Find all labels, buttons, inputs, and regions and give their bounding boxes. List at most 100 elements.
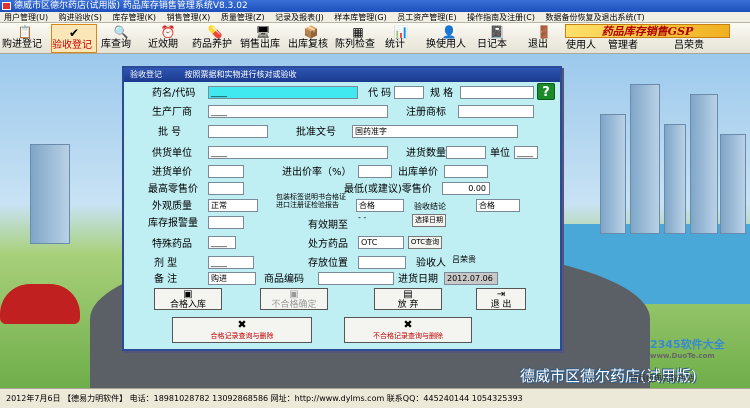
brand-banner: 药品库存销售GSP [565, 24, 730, 38]
manufacturer-label: 生产厂商 [152, 107, 192, 118]
rx-input[interactable]: OTC [358, 236, 404, 249]
unit-input[interactable]: ____ [514, 146, 538, 159]
code-label: 代 码 [368, 88, 392, 99]
building [30, 144, 70, 244]
min-retail-input[interactable]: 0.00 [442, 182, 490, 195]
out-review-button[interactable]: 📦 出库复核 [288, 24, 334, 53]
stamp-icon: ▣ [289, 289, 299, 300]
fail-confirm-button[interactable]: ▣ 不合格确定 [260, 288, 328, 310]
grid-icon: ▦ [352, 25, 364, 39]
drug-maintenance-button[interactable]: 💊 药品养护 [192, 24, 238, 53]
special-drug-input[interactable]: ____ [208, 236, 236, 249]
goods-code-label: 商品编码 [264, 274, 304, 285]
door-icon: ⇥ [496, 289, 506, 300]
menu-sales[interactable]: 销售管理(X) [163, 12, 215, 22]
title-bar: 德威市区德尔药店(试用版) 药品库存销售管理系统V8.3.02 [0, 0, 750, 12]
code-input[interactable] [394, 86, 424, 99]
give-up-button[interactable]: ▤ 放 弃 [374, 288, 442, 310]
trademark-input[interactable] [458, 105, 534, 118]
monitor-icon: 🖥 [255, 25, 271, 39]
otc-query-button[interactable]: OTC查询 [408, 236, 442, 249]
menu-backup[interactable]: 数据备份恢复及退出系统(T) [542, 12, 649, 22]
appearance-input[interactable]: 正常 [208, 199, 258, 212]
sales-out-button[interactable]: 🖥 销售出库 [240, 24, 286, 53]
dialog-subtitle: 按照票据和实物进行核对或验收 [184, 70, 297, 79]
acceptance-register-button[interactable]: ✔ 验收登记 [51, 24, 97, 53]
menu-user[interactable]: 用户管理(U) [0, 12, 52, 22]
acceptance-input[interactable]: 合格 [476, 199, 520, 212]
diary-button[interactable]: 📓 日记本 [477, 24, 517, 53]
app-icon [2, 2, 11, 10]
package-icon: 📦 [303, 25, 319, 39]
drug-name-input[interactable]: ____ [208, 86, 358, 99]
acceptance-label: 验收结论 [414, 202, 446, 211]
display-check-button[interactable]: ▦ 陈列检查 [335, 24, 381, 53]
building [664, 124, 686, 234]
menu-samples[interactable]: 样本库管理(G) [330, 12, 390, 22]
exit-button[interactable]: 🚪 退出 [528, 24, 560, 53]
max-retail-input[interactable] [208, 182, 244, 195]
pass-in-button[interactable]: ▣ 合格入库 [154, 288, 222, 310]
special-drug-label: 特殊药品 [152, 239, 192, 250]
margin-input[interactable] [358, 165, 392, 178]
pill-icon: 💊 [207, 25, 223, 39]
min-retail-label: 最低(或建议)零售价 [344, 184, 432, 195]
menu-purchase[interactable]: 购进验收(S) [55, 12, 106, 22]
document-icon: ▤ [403, 289, 413, 300]
quantity-input[interactable] [446, 146, 486, 159]
clipboard-icon: 📋 [17, 25, 33, 39]
menu-records[interactable]: 记录及报表(J) [271, 12, 328, 22]
trademark-label: 注册商标 [406, 107, 446, 118]
menu-staff[interactable]: 员工资产管理(E) [393, 12, 460, 22]
location-input[interactable] [358, 256, 406, 269]
remark-input[interactable]: 购进 [208, 272, 256, 285]
batch-input[interactable] [208, 125, 268, 138]
max-retail-label: 最高零售价 [148, 184, 198, 195]
doc-label-1: 包装标签说明书合格证 [276, 193, 346, 201]
user-icon: 👤 [441, 25, 457, 39]
goods-code-input[interactable] [318, 272, 394, 285]
supplier-input[interactable]: ____ [208, 146, 388, 159]
pass-records-button[interactable]: ✖ 合格记录查询与删除 [172, 317, 312, 343]
window-title: 德威市区德尔药店(试用版) 药品库存销售管理系统V8.3.02 [14, 1, 248, 11]
out-price-input[interactable] [444, 165, 488, 178]
near-expiry-button[interactable]: ⏰ 近效期 [148, 24, 188, 53]
in-date-input[interactable]: 2012.07.06 [444, 272, 498, 285]
statistics-button[interactable]: 📊 统计 [385, 24, 417, 53]
remark-label: 备 注 [154, 274, 178, 285]
expiry-input[interactable]: - - [356, 212, 408, 225]
purchase-price-input[interactable] [208, 165, 244, 178]
menu-guide[interactable]: 操作指南及注册(C) [463, 12, 539, 22]
dialog-title-bar: 验收登记 按照票据和实物进行核对或验收 [124, 68, 560, 82]
manufacturer-input[interactable]: ____ [208, 105, 388, 118]
purchase-register-button[interactable]: 📋 购进登记 [2, 24, 48, 53]
user-name: 吕荣贵 [674, 40, 704, 51]
acceptor-label: 验收人 [416, 258, 446, 269]
acceptor-input[interactable]: 吕荣贵 [450, 254, 490, 267]
check-icon: ✔ [68, 26, 80, 40]
delete-icon: ✖ [237, 318, 247, 331]
menu-stock[interactable]: 库存管理(K) [109, 12, 161, 22]
form-input[interactable]: ____ [208, 256, 254, 269]
menu-quality[interactable]: 质量管理(Z) [217, 12, 269, 22]
spec-label: 规 格 [430, 88, 454, 99]
acceptance-dialog: 验收登记 按照票据和实物进行核对或验收 药名/代码 ____ 代 码 规 格 ?… [122, 66, 562, 351]
out-price-label: 出库单价 [398, 167, 438, 178]
in-date-label: 进货日期 [398, 274, 438, 285]
dialog-exit-button[interactable]: ⇥ 退 出 [476, 288, 526, 310]
stock-alarm-input[interactable] [208, 216, 244, 229]
menu-bar: 用户管理(U) 购进验收(S) 库存管理(K) 销售管理(X) 质量管理(Z) … [0, 12, 750, 23]
notebook-icon: 📓 [489, 25, 505, 39]
spec-input[interactable] [460, 86, 534, 99]
batch-label: 批 号 [158, 127, 182, 138]
pick-date-button[interactable]: 选择日期 [412, 214, 446, 227]
doc-input[interactable]: 合格 [356, 199, 404, 212]
switch-user-button[interactable]: 👤 换使用人 [426, 24, 472, 53]
help-button[interactable]: ? [537, 83, 555, 100]
fail-records-button[interactable]: ✖ 不合格记录查询与删除 [344, 317, 472, 343]
status-bar: 2012年7月6日 【德易力明软件】 电话：18981028782 130928… [0, 388, 750, 408]
quantity-label: 进货数量 [406, 148, 446, 159]
stock-query-button[interactable]: 🔍 库查询 [101, 24, 141, 53]
approval-input[interactable]: 国药准字 [352, 125, 518, 138]
user-label: 使用人 [566, 40, 596, 51]
